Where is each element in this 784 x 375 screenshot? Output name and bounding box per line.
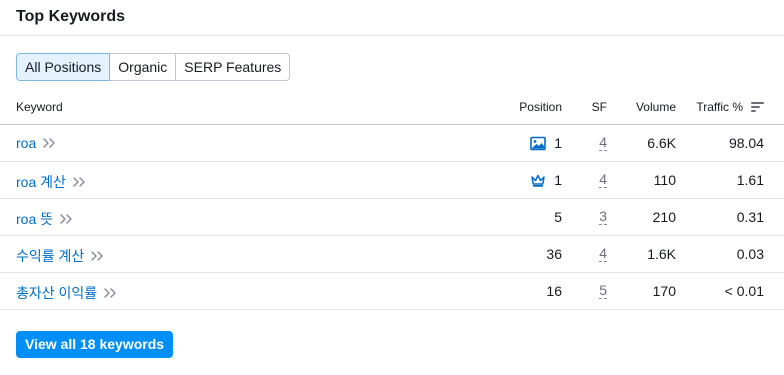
tab-organic[interactable]: Organic bbox=[110, 53, 177, 81]
traffic-percent-value: 1.61 bbox=[736, 172, 764, 188]
keyword-cell: roa 뜻 bbox=[16, 209, 73, 229]
column-header-volume[interactable]: Volume bbox=[636, 100, 676, 114]
serp-features-count[interactable]: 4 bbox=[599, 135, 607, 151]
volume-value: 1.6K bbox=[647, 246, 676, 262]
keyword-link[interactable]: 총자산 이익률 bbox=[16, 283, 97, 303]
keyword-cell: 총자산 이익률 bbox=[16, 283, 117, 303]
serp-features-count[interactable]: 3 bbox=[599, 209, 607, 225]
serp-features-count[interactable]: 4 bbox=[599, 172, 607, 188]
image-icon bbox=[530, 136, 546, 151]
keyword-link[interactable]: roa bbox=[16, 135, 36, 151]
double-chevron-right-icon[interactable] bbox=[90, 250, 104, 262]
title-divider bbox=[0, 35, 784, 36]
sort-descending-icon[interactable] bbox=[751, 101, 764, 113]
double-chevron-right-icon[interactable] bbox=[103, 287, 117, 299]
column-header-position[interactable]: Position bbox=[519, 100, 562, 114]
volume-value: 6.6K bbox=[647, 135, 676, 151]
column-header-sf[interactable]: SF bbox=[592, 100, 607, 114]
serp-features-count[interactable]: 4 bbox=[599, 246, 607, 262]
keyword-link[interactable]: 수익률 계산 bbox=[16, 246, 84, 266]
position-value: 36 bbox=[546, 246, 562, 262]
top-keywords-widget: Top Keywords All Positions Organic SERP … bbox=[0, 0, 784, 375]
tab-all-positions[interactable]: All Positions bbox=[16, 53, 111, 81]
table-header: Keyword Position SF Volume Traffic % bbox=[0, 92, 784, 125]
position-value: 16 bbox=[546, 283, 562, 299]
traffic-percent-value: 98.04 bbox=[728, 135, 764, 151]
keyword-link[interactable]: roa 계산 bbox=[16, 172, 66, 192]
tab-serp-features[interactable]: SERP Features bbox=[176, 53, 291, 81]
table-row: roa 1 4 6.6K 98.04 bbox=[0, 125, 784, 162]
keyword-cell: roa 계산 bbox=[16, 172, 86, 192]
traffic-percent-value: 0.31 bbox=[736, 209, 764, 225]
table-row: roa 뜻 5 3 210 0.31 bbox=[0, 199, 784, 236]
table-row: 수익률 계산 36 4 1.6K 0.03 bbox=[0, 236, 784, 273]
view-all-keywords-button[interactable]: View all 18 keywords bbox=[16, 331, 174, 358]
table-row: roa 계산 1 4 110 1.61 bbox=[0, 162, 784, 199]
double-chevron-right-icon[interactable] bbox=[59, 213, 73, 225]
crown-icon bbox=[531, 174, 545, 187]
position-value: 5 bbox=[554, 209, 562, 225]
volume-value: 210 bbox=[652, 209, 676, 225]
table-row: 총자산 이익률 16 5 170 < 0.01 bbox=[0, 273, 784, 310]
volume-value: 170 bbox=[652, 283, 676, 299]
widget-title: Top Keywords bbox=[16, 8, 126, 25]
double-chevron-right-icon[interactable] bbox=[72, 176, 86, 188]
traffic-percent-value: < 0.01 bbox=[724, 283, 764, 299]
column-header-traffic[interactable]: Traffic % bbox=[696, 100, 743, 114]
position-value: 1 bbox=[554, 172, 562, 188]
column-header-keyword: Keyword bbox=[16, 100, 63, 114]
position-value: 1 bbox=[554, 135, 562, 151]
position-filter-tabs: All Positions Organic SERP Features bbox=[16, 53, 291, 81]
serp-features-count[interactable]: 5 bbox=[599, 283, 607, 299]
keyword-cell: roa bbox=[16, 135, 56, 151]
keyword-cell: 수익률 계산 bbox=[16, 246, 104, 266]
traffic-percent-value: 0.03 bbox=[736, 246, 764, 262]
double-chevron-right-icon[interactable] bbox=[42, 137, 56, 149]
volume-value: 110 bbox=[653, 172, 676, 188]
keyword-link[interactable]: roa 뜻 bbox=[16, 209, 53, 229]
